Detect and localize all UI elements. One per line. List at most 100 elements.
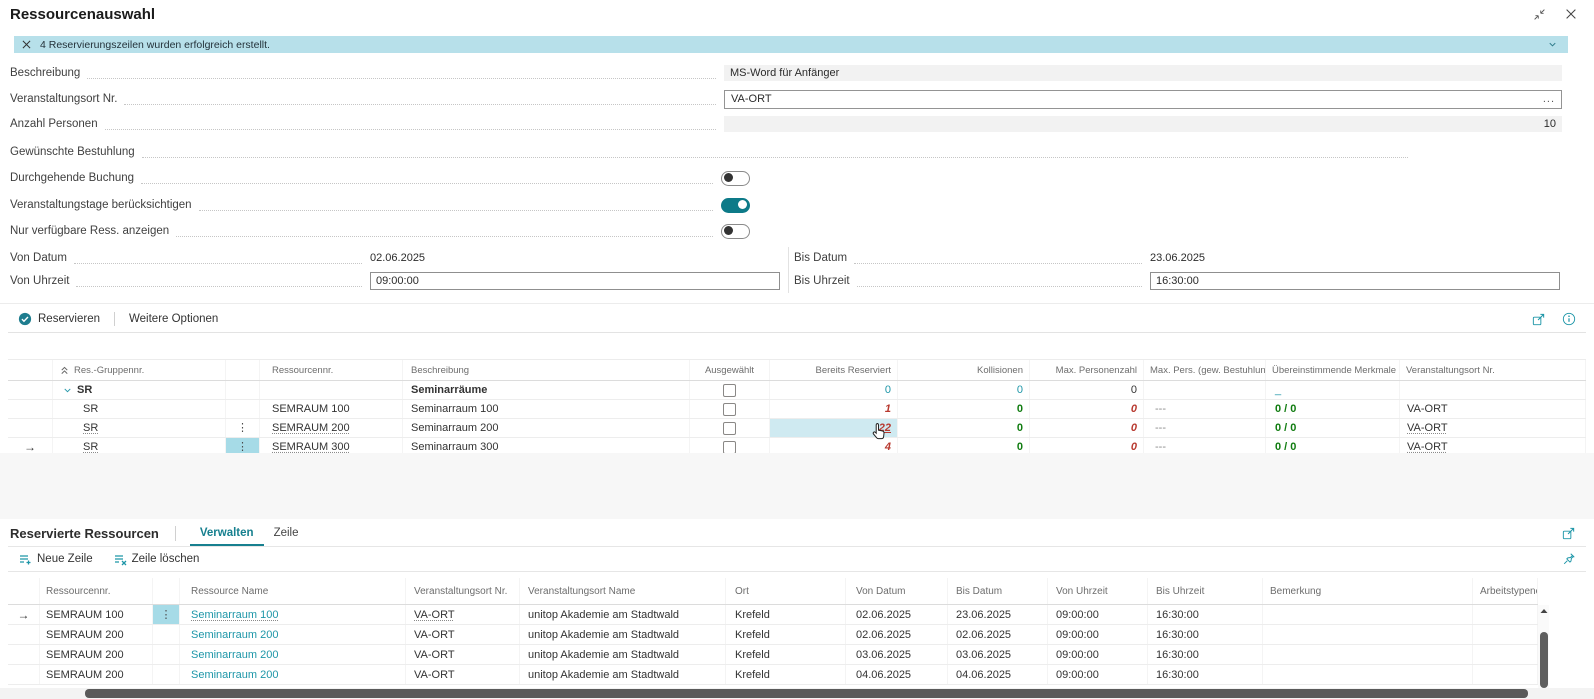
from-date-cell[interactable]: 02.06.2025 xyxy=(846,605,948,624)
header-von-uhrzeit[interactable]: Von Uhrzeit xyxy=(1048,578,1148,604)
venue-cell[interactable]: VA-ORT xyxy=(1400,419,1586,437)
header-res-gruppennr[interactable]: Res.-Gruppennr. xyxy=(53,360,226,380)
header-ressource-name[interactable]: Ressource Name xyxy=(180,578,406,604)
remark-cell[interactable] xyxy=(1263,645,1473,664)
horizontal-scrollbar[interactable] xyxy=(0,688,1594,699)
new-line-button[interactable]: Neue Zeile xyxy=(8,552,103,566)
header-veranstaltungsort-nr[interactable]: Veranstaltungsort Nr. xyxy=(406,578,520,604)
actions-cell-selected[interactable]: ⋮ xyxy=(153,605,180,624)
vertical-scrollbar[interactable] xyxy=(1538,605,1549,689)
actions-cell[interactable] xyxy=(226,400,260,418)
table-row[interactable]: SR SEMRAUM 100 Seminarraum 100 1 0 0 ---… xyxy=(8,400,1586,419)
work-type-cell[interactable] xyxy=(1473,665,1538,684)
chevron-down-icon[interactable] xyxy=(1547,39,1558,50)
city-cell[interactable]: Krefeld xyxy=(726,605,846,624)
to-date-cell[interactable]: 03.06.2025 xyxy=(948,645,1048,664)
bis-datum-value[interactable]: 23.06.2025 xyxy=(1150,252,1560,264)
table-row-current[interactable]: → SEMRAUM 100 ⋮ Seminarraum 100 VA-ORT u… xyxy=(8,605,1538,625)
checkbox[interactable] xyxy=(723,441,736,454)
to-time-cell[interactable]: 16:30:00 xyxy=(1148,605,1263,624)
table-row[interactable]: SR ⋮ SEMRAUM 200 Seminarraum 200 22 0 0 … xyxy=(8,419,1586,438)
header-bis-uhrzeit[interactable]: Bis Uhrzeit xyxy=(1148,578,1263,604)
header-kollisionen[interactable]: Kollisionen xyxy=(898,360,1030,380)
horizontal-scroll-thumb[interactable] xyxy=(85,689,1528,698)
header-veranstaltungsort-name[interactable]: Veranstaltungsort Name xyxy=(520,578,726,604)
resource-no-cell[interactable]: SEMRAUM 100 xyxy=(40,605,153,624)
group-cell[interactable]: SR xyxy=(53,419,226,437)
matching-features-cell[interactable]: 0 / 0 xyxy=(1266,400,1400,418)
checkbox[interactable] xyxy=(723,403,736,416)
remark-cell[interactable] xyxy=(1263,665,1473,684)
header-ort[interactable]: Ort xyxy=(726,578,846,604)
resource-name-cell[interactable]: Seminarraum 200 xyxy=(180,645,406,664)
venue-name-cell[interactable]: unitop Akademie am Stadtwald xyxy=(520,625,726,644)
reserved-cell[interactable]: 1 xyxy=(770,400,898,418)
work-type-cell[interactable] xyxy=(1473,625,1538,644)
to-time-cell[interactable]: 16:30:00 xyxy=(1148,665,1263,684)
reserved-cell[interactable]: 0 xyxy=(770,381,898,399)
ellipsis-icon[interactable]: ⋮ xyxy=(237,423,248,433)
to-date-cell[interactable]: 23.06.2025 xyxy=(948,605,1048,624)
table-row[interactable]: SEMRAUM 200 Seminarraum 200 VA-ORT unito… xyxy=(8,625,1538,645)
header-bereits-reserviert[interactable]: Bereits Reserviert xyxy=(770,360,898,380)
resource-name-link[interactable]: Seminarraum 200 xyxy=(191,669,278,681)
venue-no-cell[interactable]: VA-ORT xyxy=(406,625,520,644)
reserved-value-link[interactable]: 22 xyxy=(879,422,891,434)
header-beschreibung[interactable]: Beschreibung xyxy=(403,360,690,380)
header-ressourcennr[interactable]: Ressourcennr. xyxy=(260,360,403,380)
tab-verwalten[interactable]: Verwalten xyxy=(190,520,264,546)
resource-name-cell[interactable]: Seminarraum 200 xyxy=(180,665,406,684)
description-cell[interactable]: Seminarraum 200 xyxy=(403,419,690,437)
matching-features-cell[interactable]: 0 / 0 xyxy=(1266,419,1400,437)
chevron-down-icon[interactable] xyxy=(62,385,73,396)
durchgehende-buchung-toggle[interactable] xyxy=(721,171,750,186)
from-time-cell[interactable]: 09:00:00 xyxy=(1048,625,1148,644)
from-time-cell[interactable]: 09:00:00 xyxy=(1048,605,1148,624)
max-persons-cell[interactable]: 0 xyxy=(1030,419,1144,437)
description-cell[interactable]: Seminarräume xyxy=(403,381,690,399)
table-row[interactable]: SEMRAUM 200 Seminarraum 200 VA-ORT unito… xyxy=(8,645,1538,665)
actions-cell[interactable]: ⋮ xyxy=(226,419,260,437)
remark-cell[interactable] xyxy=(1263,605,1473,624)
from-date-cell[interactable]: 04.06.2025 xyxy=(846,665,948,684)
header-max-pers-bestuhlung[interactable]: Max. Pers. (gew. Bestuhlung) xyxy=(1144,360,1266,380)
resource-name-cell[interactable]: Seminarraum 100 xyxy=(180,605,406,624)
header-von-datum[interactable]: Von Datum xyxy=(846,578,948,604)
venue-name-cell[interactable]: unitop Akademie am Stadtwald xyxy=(520,645,726,664)
assist-edit-button[interactable]: ... xyxy=(1543,93,1555,105)
resource-cell[interactable]: SEMRAUM 100 xyxy=(260,400,403,418)
header-bemerkung[interactable]: Bemerkung xyxy=(1263,578,1473,604)
group-row-sr[interactable]: SR Seminarräume 0 0 0 _ xyxy=(8,381,1586,400)
checkbox[interactable] xyxy=(723,384,736,397)
veranstaltungstage-toggle[interactable] xyxy=(721,198,750,213)
city-cell[interactable]: Krefeld xyxy=(726,645,846,664)
actions-cell[interactable] xyxy=(153,665,180,684)
reservieren-button[interactable]: Reservieren xyxy=(8,312,110,326)
to-date-cell[interactable]: 04.06.2025 xyxy=(948,665,1048,684)
weitere-optionen-button[interactable]: Weitere Optionen xyxy=(119,313,228,325)
from-time-cell[interactable]: 09:00:00 xyxy=(1048,665,1148,684)
venue-no-cell[interactable]: VA-ORT xyxy=(406,665,520,684)
von-datum-value[interactable]: 02.06.2025 xyxy=(370,252,780,264)
tab-zeile[interactable]: Zeile xyxy=(264,520,309,546)
header-ressourcennr[interactable]: Ressourcennr. xyxy=(40,578,153,604)
collapse-dialog-icon[interactable] xyxy=(1533,8,1546,21)
reserved-cell-selected[interactable]: 22 xyxy=(770,419,898,437)
info-icon[interactable] xyxy=(1562,312,1576,326)
header-veranstaltungsort-nr[interactable]: Veranstaltungsort Nr. xyxy=(1400,360,1586,380)
share-icon[interactable] xyxy=(1561,526,1576,541)
max-persons-cell[interactable]: 0 xyxy=(1030,400,1144,418)
header-max-personenzahl[interactable]: Max. Personenzahl xyxy=(1030,360,1144,380)
from-time-cell[interactable]: 09:00:00 xyxy=(1048,645,1148,664)
from-date-cell[interactable]: 03.06.2025 xyxy=(846,645,948,664)
description-cell[interactable]: Seminarraum 100 xyxy=(403,400,690,418)
collapse-all-icon[interactable] xyxy=(59,365,70,376)
group-cell[interactable]: SR xyxy=(53,400,226,418)
bis-uhrzeit-input[interactable]: 16:30:00 xyxy=(1150,272,1560,290)
ellipsis-icon[interactable]: ⋮ xyxy=(161,610,172,620)
delete-line-button[interactable]: Zeile löschen xyxy=(103,552,210,566)
venue-name-cell[interactable]: unitop Akademie am Stadtwald xyxy=(520,665,726,684)
venue-name-cell[interactable]: unitop Akademie am Stadtwald xyxy=(520,605,726,624)
matching-features-cell[interactable]: _ xyxy=(1266,381,1400,399)
share-icon[interactable] xyxy=(1531,312,1546,327)
